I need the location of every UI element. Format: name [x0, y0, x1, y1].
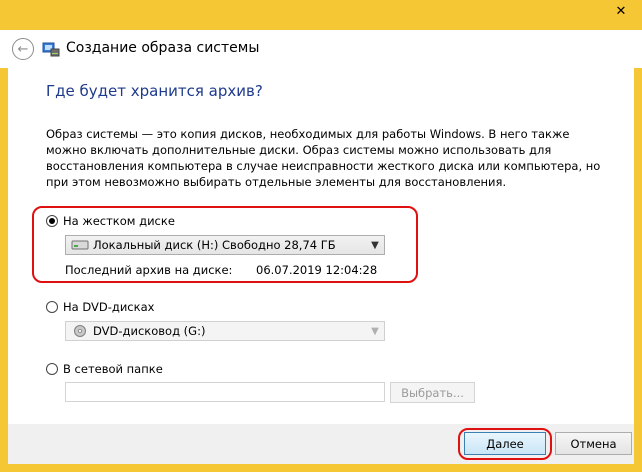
- content-panel: Где будет хранится архив? Образ системы …: [8, 68, 634, 424]
- dialog-window: ✕ ← Создание образа системы Где будет хр…: [0, 0, 642, 472]
- chevron-down-icon[interactable]: ▼: [366, 326, 384, 337]
- close-icon: ✕: [615, 3, 627, 19]
- arrow-left-icon: ←: [17, 41, 29, 57]
- window-title: Создание образа системы: [66, 40, 260, 56]
- cancel-button[interactable]: Отмена: [555, 432, 632, 455]
- dvd-drive-icon: [74, 325, 86, 337]
- system-image-icon: [42, 42, 60, 57]
- radio-network[interactable]: В сетевой папке: [46, 362, 163, 376]
- highlight-frame: [32, 206, 418, 283]
- radio-network-label: В сетевой папке: [63, 362, 163, 376]
- back-button[interactable]: ←: [12, 38, 34, 60]
- description-text: Образ системы — это копия дисков, необхо…: [46, 127, 601, 189]
- radio-dvd[interactable]: На DVD-дисках: [46, 300, 154, 314]
- close-button[interactable]: ✕: [605, 0, 637, 22]
- dialog-header: ← Создание образа системы: [0, 30, 642, 68]
- choose-folder-button[interactable]: Выбрать...: [390, 382, 475, 403]
- highlight-frame-next: [458, 428, 552, 460]
- network-path-input[interactable]: [65, 382, 385, 402]
- dvd-drive-value: DVD-дисковод (G:): [93, 324, 206, 338]
- dvd-drive-select[interactable]: DVD-дисковод (G:) ▼: [65, 321, 385, 341]
- radio-button[interactable]: [46, 363, 58, 375]
- radio-button[interactable]: [46, 301, 58, 313]
- page-heading: Где будет хранится архив?: [46, 82, 263, 100]
- radio-dvd-label: На DVD-дисках: [63, 300, 155, 314]
